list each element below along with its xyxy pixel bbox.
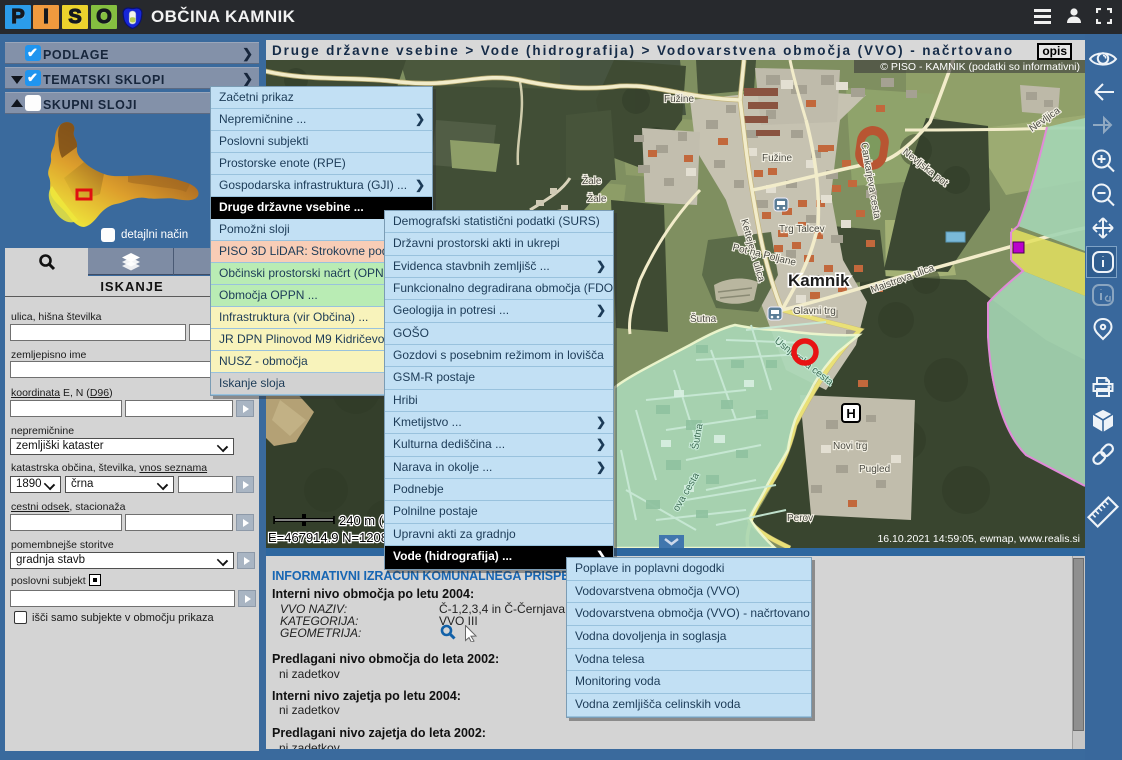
- svg-text:Žale: Žale: [587, 192, 607, 205]
- svg-text:Glavni trg: Glavni trg: [793, 306, 836, 317]
- svg-text:Fužine: Fužine: [762, 153, 792, 164]
- svg-text:H: H: [846, 406, 855, 421]
- svg-text:E=467914.9 N=1208: E=467914.9 N=1208: [268, 530, 388, 545]
- svg-text:Žale: Žale: [582, 174, 602, 187]
- svg-text:Pugled: Pugled: [859, 464, 890, 475]
- svg-text:Trg Talcev: Trg Talcev: [779, 224, 825, 235]
- svg-text:Fužine: Fužine: [664, 94, 694, 105]
- svg-text:Novi trg: Novi trg: [833, 441, 867, 452]
- svg-text:Perov: Perov: [787, 513, 813, 524]
- svg-text:Kamnik: Kamnik: [788, 271, 850, 290]
- svg-text:Šutna: Šutna: [690, 312, 717, 325]
- svg-text:16.10.2021 14:59:05, ewmap, ww: 16.10.2021 14:59:05, ewmap, www.realis.s…: [877, 533, 1080, 545]
- svg-text:© PISO - KAMNIK (podatki so in: © PISO - KAMNIK (podatki so informativni…: [880, 61, 1080, 73]
